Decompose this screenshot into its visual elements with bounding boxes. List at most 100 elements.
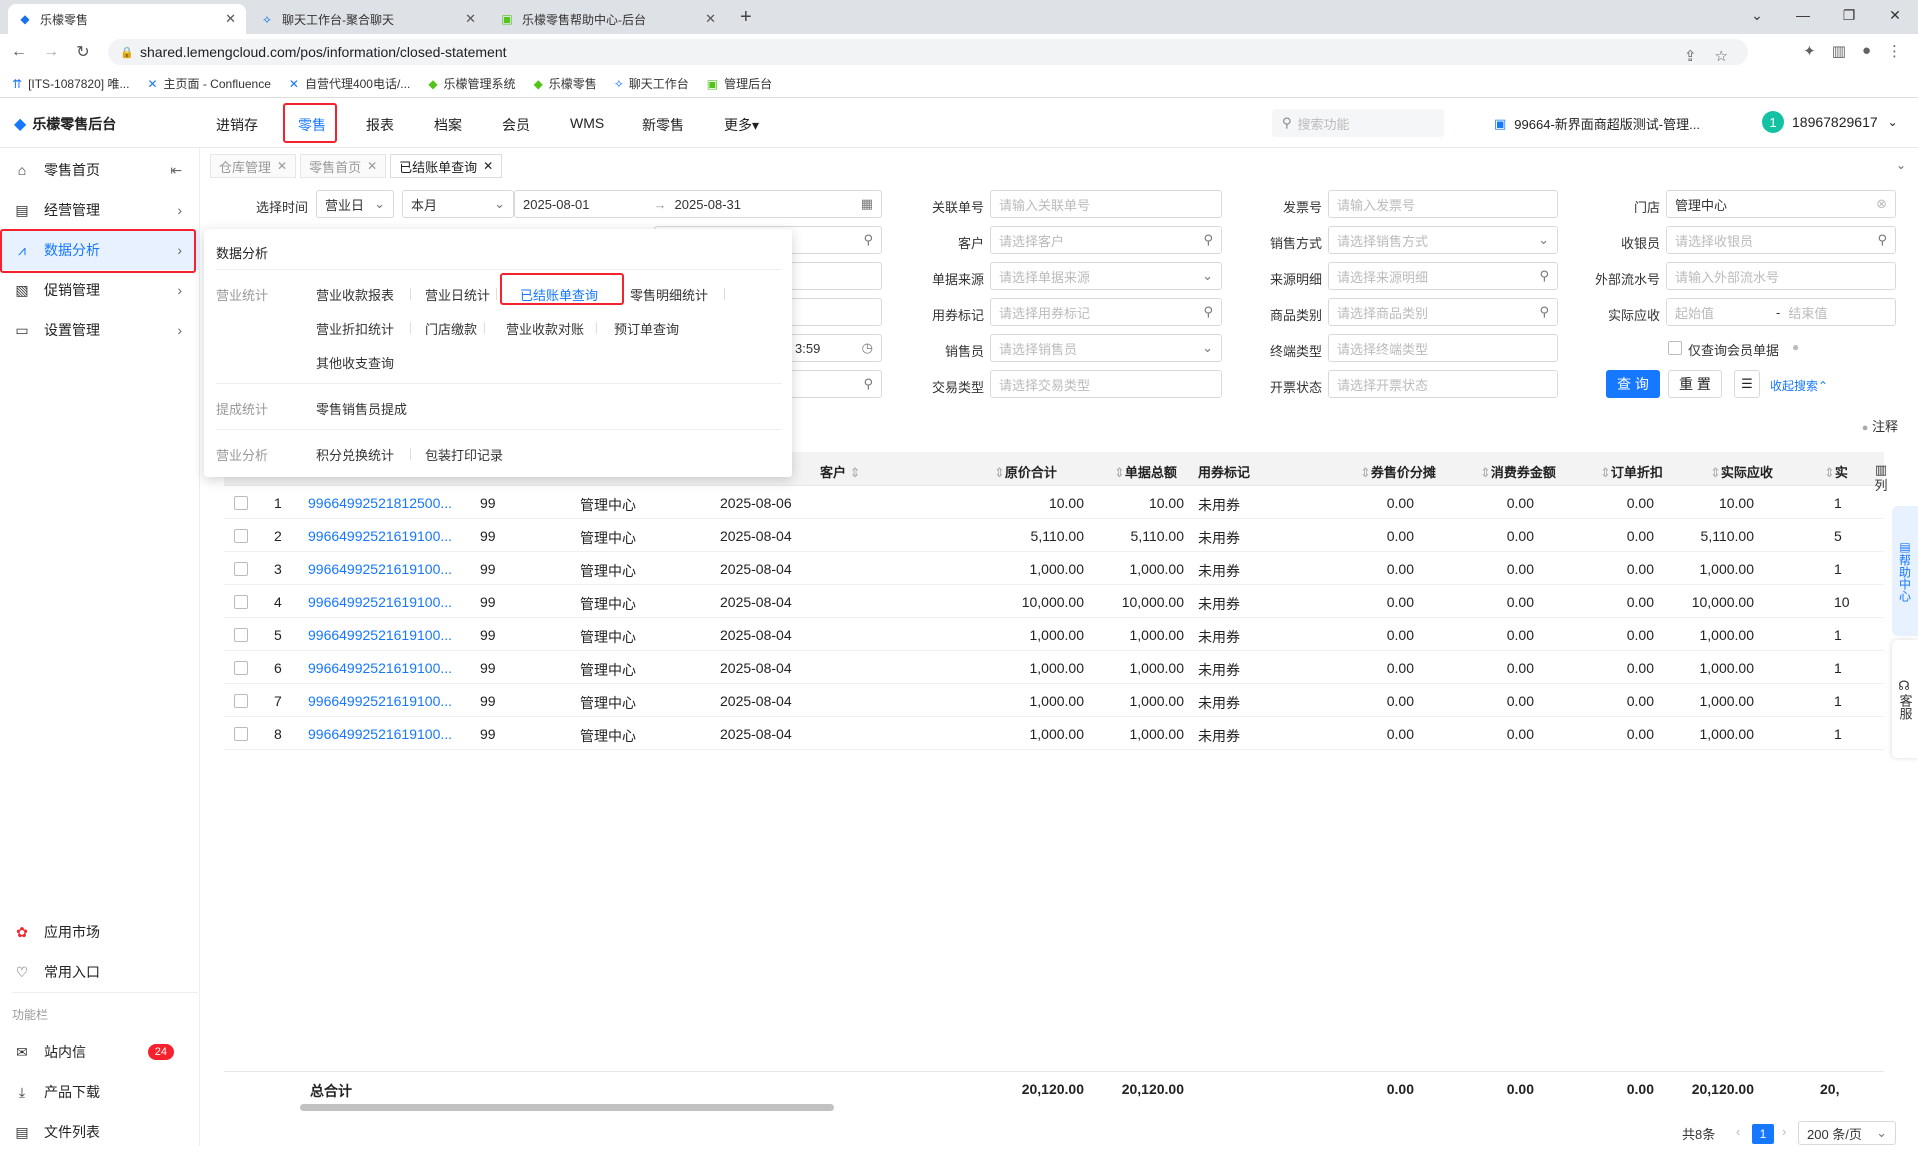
link-package-print[interactable]: 包装打印记录 <box>425 445 503 464</box>
link-preorder-query[interactable]: 预订单查询 <box>614 319 679 338</box>
rel-no-input[interactable]: 请输入关联单号 <box>990 190 1222 218</box>
menu-item-wms[interactable]: WMS <box>570 115 604 131</box>
annotation-link[interactable]: ● 注释 <box>1862 416 1898 435</box>
link-revenue-reconcile[interactable]: 营业收款对账 <box>506 319 584 338</box>
browser-tab[interactable]: ◆ 乐檬零售 ✕ <box>8 4 246 34</box>
forward-icon[interactable]: → <box>38 43 64 61</box>
row-checkbox[interactable] <box>234 496 248 510</box>
sidebar-item-common-entry[interactable]: ♡ 常用入口 <box>0 952 200 992</box>
receivable-range[interactable]: 起始值 - 结束值 <box>1666 298 1896 326</box>
page-size-select[interactable]: 200 条/页 ⌄ <box>1798 1121 1896 1145</box>
source-select[interactable]: 请选择单据来源 ⌄ <box>990 262 1222 290</box>
row-checkbox[interactable] <box>234 529 248 543</box>
close-tab-icon[interactable]: ✕ <box>705 11 716 27</box>
link-revenue-report[interactable]: 营业收款报表 <box>316 285 394 304</box>
browser-tab[interactable]: ▣ 乐檬零售帮助中心-后台 ✕ <box>490 4 726 34</box>
bill-no-link[interactable]: 99664992521619100... <box>308 660 452 676</box>
bill-no-link[interactable]: 99664992521619100... <box>308 627 452 643</box>
bill-no-link[interactable]: 99664992521619100... <box>308 693 452 709</box>
col-header-coupon-share[interactable]: ⇕券售价分摊 <box>1360 462 1436 481</box>
bookmark-item[interactable]: ▣ 管理后台 <box>707 75 772 92</box>
close-tab-icon[interactable]: ✕ <box>225 11 236 27</box>
query-button[interactable]: 查 询 <box>1606 370 1660 398</box>
tabs-more-icon[interactable]: ⌄ <box>1896 158 1906 172</box>
close-icon[interactable]: ✕ <box>483 159 493 173</box>
bookmark-item[interactable]: ◆ 乐檬零售 <box>534 75 597 92</box>
browser-menu-icon[interactable]: ⋮ <box>1887 42 1902 60</box>
row-checkbox[interactable] <box>234 661 248 675</box>
sidebar-item-download[interactable]: ⤓ 产品下载 <box>0 1072 200 1112</box>
prev-page-icon[interactable]: ‹ <box>1736 1124 1740 1139</box>
page-tab-retail-home[interactable]: 零售首页 ✕ <box>300 154 387 178</box>
close-icon[interactable]: ✕ <box>277 159 287 173</box>
bookmark-star-icon[interactable]: ☆ <box>1715 47 1728 65</box>
side-panel-icon[interactable]: ▥ <box>1832 42 1846 60</box>
menu-item-member[interactable]: 会员 <box>502 115 530 135</box>
trade-type-input[interactable]: 请选择交易类型 <box>990 370 1222 398</box>
info-icon[interactable]: ● <box>1792 340 1799 354</box>
col-header-partial[interactable]: ⇕实 <box>1824 462 1848 481</box>
page-tab-warehouse[interactable]: 仓库管理 ✕ <box>210 154 297 178</box>
collapse-search-link[interactable]: 收起搜索⌃ <box>1770 377 1828 394</box>
user-menu[interactable]: 1 18967829617 ⌄ <box>1762 111 1898 133</box>
store-select[interactable]: 管理中心 ⊗ <box>1666 190 1896 218</box>
back-icon[interactable]: ← <box>6 43 32 61</box>
link-store-payment[interactable]: 门店缴款 <box>425 319 477 338</box>
row-checkbox[interactable] <box>234 727 248 741</box>
link-retail-detail[interactable]: 零售明细统计 <box>630 285 708 304</box>
share-icon[interactable]: ⇪ <box>1684 47 1697 65</box>
row-checkbox[interactable] <box>234 562 248 576</box>
date-range-picker[interactable]: 2025-08-01 → 2025-08-31 ▦ <box>514 190 882 218</box>
customer-service-rail[interactable]: ☊ 客服 <box>1892 640 1918 758</box>
terminal-input[interactable]: 请选择终端类型 <box>1328 334 1558 362</box>
sidebar-item-files[interactable]: ▤ 文件列表 <box>0 1112 200 1152</box>
menu-item-archive[interactable]: 档案 <box>434 115 462 135</box>
link-other-income[interactable]: 其他收支查询 <box>316 353 394 372</box>
tab-search-icon[interactable]: ⌄ <box>1734 0 1780 30</box>
sidebar-item-app-market[interactable]: ✿ 应用市场 <box>0 912 200 952</box>
col-header-voucher[interactable]: ⇕消费券金额 <box>1480 462 1556 481</box>
menu-item-new-retail[interactable]: 新零售 <box>642 115 684 135</box>
col-header-coupon-flag[interactable]: 用券标记 <box>1198 462 1250 481</box>
extensions-icon[interactable]: ✦ <box>1803 42 1816 60</box>
bill-no-link[interactable]: 99664992521619100... <box>308 594 452 610</box>
link-discount-stats[interactable]: 营业折扣统计 <box>316 319 394 338</box>
restore-icon[interactable]: ❐ <box>1826 0 1872 30</box>
bill-no-link[interactable]: 99664992521619100... <box>308 726 452 742</box>
menu-item-more[interactable]: 更多▾ <box>724 115 759 135</box>
row-checkbox[interactable] <box>234 595 248 609</box>
bill-no-link[interactable]: 99664992521619100... <box>308 561 452 577</box>
source-detail-input[interactable]: 请选择来源明细 ⚲ <box>1328 262 1558 290</box>
col-header-receivable[interactable]: ⇕实际应收 <box>1710 462 1773 481</box>
collapse-sidebar-icon[interactable]: ⇤ <box>170 162 182 179</box>
invoice-input[interactable]: 请输入发票号 <box>1328 190 1558 218</box>
bill-no-link[interactable]: 99664992521619100... <box>308 528 452 544</box>
bill-no-link[interactable]: 99664992521812500... <box>308 495 452 511</box>
salesman-select[interactable]: 请选择销售员 ⌄ <box>990 334 1222 362</box>
category-input[interactable]: 请选择商品类别 ⚲ <box>1328 298 1558 326</box>
cashier-input[interactable]: 请选择收银员 ⚲ <box>1666 226 1896 254</box>
sidebar-item-settings[interactable]: ▭ 设置管理 › <box>0 310 200 350</box>
link-salesman-commission[interactable]: 零售销售员提成 <box>316 399 407 418</box>
url-field[interactable]: 🔒 shared.lemengcloud.com/pos/information… <box>108 39 1748 65</box>
period-select[interactable]: 本月 ⌄ <box>402 190 514 218</box>
customer-input[interactable]: 请选择客户 ⚲ <box>990 226 1222 254</box>
invoice-status-input[interactable]: 请选择开票状态 <box>1328 370 1558 398</box>
biz-day-select[interactable]: 营业日 ⌄ <box>316 190 394 218</box>
close-window-icon[interactable]: ✕ <box>1872 0 1918 30</box>
ext-serial-input[interactable]: 请输入外部流水号 <box>1666 262 1896 290</box>
bookmark-item[interactable]: ⇈ [ITS-1087820] 唯... <box>12 75 129 92</box>
profile-icon[interactable]: ● <box>1862 42 1871 60</box>
link-points-exchange[interactable]: 积分兑换统计 <box>316 445 394 464</box>
reset-button[interactable]: 重 置 <box>1668 370 1722 398</box>
sidebar-item-retail-home[interactable]: ⌂ 零售首页 ⇤ <box>0 150 200 190</box>
col-header-discount[interactable]: ⇕订单折扣 <box>1600 462 1663 481</box>
sidebar-item-messages[interactable]: ✉ 站内信 24 <box>0 1032 200 1072</box>
row-checkbox[interactable] <box>234 694 248 708</box>
browser-tab[interactable]: ⟡ 聊天工作台-聚合聊天 ✕ <box>250 4 486 34</box>
sale-mode-select[interactable]: 请选择销售方式 ⌄ <box>1328 226 1558 254</box>
bookmark-item[interactable]: ⟡ 聊天工作台 <box>615 75 689 92</box>
bookmark-item[interactable]: ✕ 主页面 - Confluence <box>147 75 270 92</box>
menu-item-reports[interactable]: 报表 <box>366 115 394 135</box>
member-only-checkbox[interactable] <box>1668 341 1682 355</box>
